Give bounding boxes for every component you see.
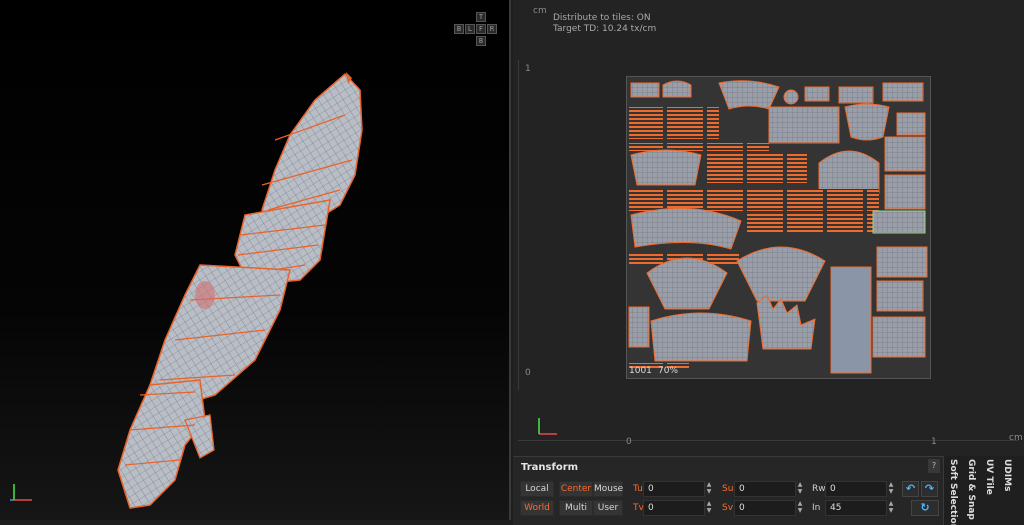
tu-label: Tu [633, 484, 643, 494]
side-tabs: UDIMs UV Tile Grid & Snap Soft Selection [943, 456, 1024, 525]
ruler-h-tick-0: 0 [626, 437, 632, 447]
help-button[interactable]: ? [928, 459, 940, 473]
transform-title: Transform [521, 462, 579, 473]
mouse-button[interactable]: Mouse [593, 481, 623, 497]
su-stepper[interactable]: ▲ ▼ [796, 481, 804, 497]
in-field[interactable]: 45 [825, 500, 887, 516]
rw-label: Rw [812, 484, 826, 494]
distribute-tiles-info: Distribute to tiles: ON [553, 13, 651, 23]
tile-id-label: 1001 [629, 366, 652, 376]
su-label: Su [722, 484, 734, 494]
su-field[interactable]: 0 [734, 481, 796, 497]
ruler-h-tick-1: 1 [931, 437, 937, 447]
tab-uv-tile[interactable]: UV Tile [984, 459, 994, 495]
uv-unit-label-top: cm [533, 6, 547, 16]
in-stepper[interactable]: ▲ ▼ [887, 500, 895, 516]
tile-fill-percent: 70% [658, 366, 679, 376]
uv-tile-1001[interactable]: 1001 70% [626, 76, 931, 379]
tv-field[interactable]: 0 [643, 500, 705, 516]
uv-editor-viewport[interactable]: cm Distribute to tiles: ON Target TD: 10… [513, 0, 1024, 456]
uv-islands [628, 80, 928, 374]
in-label: In [812, 503, 821, 513]
local-button[interactable]: Local [520, 481, 554, 497]
ruler-horizontal [518, 440, 1018, 441]
sv-stepper[interactable]: ▲ ▼ [796, 500, 804, 516]
uv-unit-label-right: cm [1009, 433, 1023, 443]
tu-stepper[interactable]: ▲ ▼ [705, 481, 713, 497]
tab-soft-selection[interactable]: Soft Selection [948, 459, 958, 525]
tu-field[interactable]: 0 [643, 481, 705, 497]
sv-field[interactable]: 0 [734, 500, 796, 516]
rotate-cw-icon[interactable]: ↷ [921, 481, 938, 497]
tv-stepper[interactable]: ▲ ▼ [705, 500, 713, 516]
ruler-vertical [518, 60, 519, 390]
user-button[interactable]: User [593, 500, 623, 516]
rw-field[interactable]: 0 [825, 481, 887, 497]
ruler-v-tick-0: 0 [525, 368, 531, 378]
tab-udims[interactable]: UDIMs [1002, 459, 1012, 491]
armor-arm-mesh [117, 72, 363, 509]
rotate-apply-icon[interactable]: ↻ [911, 500, 939, 516]
axis-gizmo-uv [538, 418, 557, 435]
3d-viewport[interactable]: T B L F R B [0, 0, 511, 520]
transform-panel: Transform ? Local World Center Multi Mou… [513, 456, 943, 525]
target-td-info: Target TD: 10.24 tx/cm [553, 24, 657, 34]
multi-button[interactable]: Multi [559, 500, 593, 516]
tab-grid-snap[interactable]: Grid & Snap [966, 459, 976, 520]
ruler-v-tick-1: 1 [525, 64, 531, 74]
rw-stepper[interactable]: ▲ ▼ [887, 481, 895, 497]
center-button[interactable]: Center [559, 481, 593, 497]
rotate-ccw-icon[interactable]: ↶ [902, 481, 919, 497]
uv-info-overlay: Distribute to tiles: ON Target TD: 10.24… [553, 13, 656, 35]
sv-label: Sv [722, 503, 734, 513]
axis-gizmo-3d [10, 484, 32, 501]
world-button[interactable]: World [520, 500, 554, 516]
